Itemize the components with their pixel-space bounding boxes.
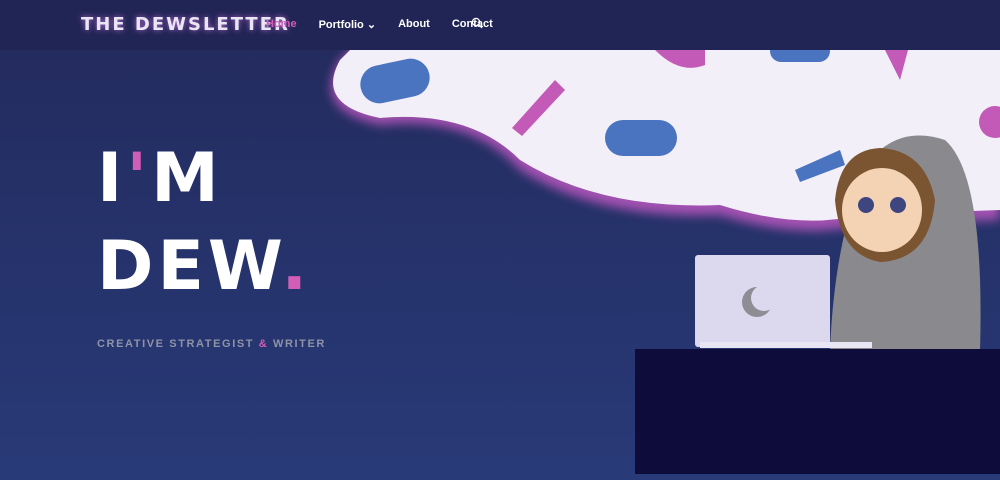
hero-title: I'M DEW. — [97, 135, 311, 311]
nav-home[interactable]: Home — [266, 18, 297, 31]
desk — [635, 349, 1000, 474]
subtitle-amp: & — [258, 338, 269, 350]
chevron-down-icon: ⌄ — [366, 19, 377, 31]
subtitle-role: CREATIVE STRATEGIST — [97, 338, 255, 350]
hero-dot: . — [281, 227, 312, 306]
hero-text: I — [97, 139, 127, 218]
nav-portfolio-label: Portfolio — [318, 19, 364, 31]
hero-apostrophe: ' — [126, 139, 152, 218]
site-logo[interactable]: THE DEWSLETTER — [81, 14, 290, 35]
hero-subtitle: CREATIVE STRATEGIST & WRITER — [97, 338, 326, 350]
hero-name: DEW — [97, 227, 282, 306]
hero-text: M — [151, 139, 223, 218]
top-nav: THE DEWSLETTER Home Portfolio ⌄ About Co… — [0, 0, 1000, 50]
subtitle-role: WRITER — [272, 338, 326, 350]
search-icon[interactable] — [471, 17, 483, 29]
nav-portfolio[interactable]: Portfolio ⌄ — [319, 18, 377, 31]
nav-about[interactable]: About — [398, 18, 430, 31]
